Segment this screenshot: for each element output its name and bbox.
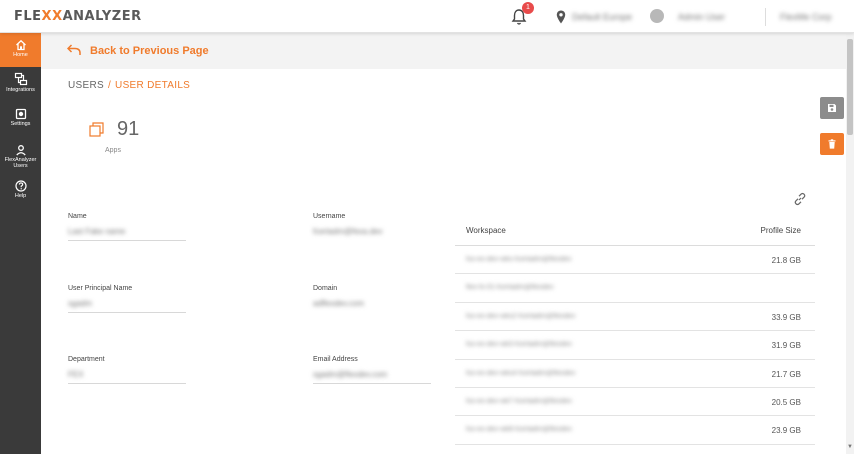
home-icon <box>15 39 26 51</box>
apps-count: 91 <box>117 118 140 140</box>
upn-label: User Principal Name <box>68 285 133 292</box>
table-row[interactable]: fsx-ex-dev-wk8-fcertadm@flexdev 23.9 GB <box>455 416 815 445</box>
link-icon[interactable] <box>793 192 807 206</box>
workspace-cell: fsx-ex-dev-wks4-fcertadm@flexdev <box>466 369 576 377</box>
back-bar: Back to Previous Page <box>41 33 846 69</box>
breadcrumb-current: USER DETAILS <box>115 80 191 91</box>
sidebar: Home Integrations Settings FlexAnalyzer … <box>0 33 41 454</box>
workspace-cell: fsx-ex-dev-wk3-fcertadm@flexdev <box>466 341 572 349</box>
back-arrow-icon[interactable] <box>67 44 81 56</box>
table-row[interactable]: fsx-ex-dev-wk7-fcertadm@flexdev 20.5 GB <box>455 388 815 417</box>
top-header: FLEXXANALYZER 1 Default Europe Admin Use… <box>0 0 854 33</box>
sidebar-item-label: Settings <box>10 121 31 127</box>
upn-value: sgadm <box>68 299 186 313</box>
sidebar-item-label: Integrations <box>6 87 35 93</box>
delete-button[interactable] <box>820 133 844 155</box>
logo-text-xx: XX <box>41 9 63 24</box>
workspace-cell: flex-fs-01-fcertadm@flexdev <box>466 284 554 292</box>
table-row[interactable]: flex-fs-01-fcertadm@flexdev <box>455 274 815 303</box>
email-label: Email Address <box>313 356 358 363</box>
location-pin-icon <box>556 10 566 24</box>
apps-icon <box>89 122 104 137</box>
save-button[interactable] <box>820 97 844 119</box>
header-divider <box>765 8 766 26</box>
user-name[interactable]: Admin User <box>678 12 725 22</box>
settings-icon <box>15 108 26 120</box>
table-row[interactable]: fsx-ex-dev-wks-fcertadm@flexdev 21.8 GB <box>455 246 815 275</box>
domain-value: adflexdev.com <box>313 299 364 308</box>
profile-size-cell: 20.5 GB <box>771 397 801 407</box>
logo-text-flex: FLE <box>14 9 42 24</box>
domain-field: Domain adflexdev.com <box>313 285 431 313</box>
breadcrumb: USERS / USER DETAILS <box>68 80 190 91</box>
column-header-workspace[interactable]: Workspace <box>466 226 506 235</box>
username-label: Username <box>313 213 346 220</box>
profile-size-cell: 33.9 GB <box>771 312 801 322</box>
profile-size-cell: 23.9 GB <box>771 426 801 436</box>
scroll-down-arrow-icon[interactable]: ▼ <box>847 444 853 450</box>
help-icon <box>14 180 27 192</box>
save-icon <box>828 104 836 112</box>
sidebar-item-settings[interactable]: Settings <box>0 103 41 139</box>
profile-size-cell: 21.8 GB <box>771 256 801 265</box>
user-icon <box>15 145 26 156</box>
table-row[interactable]: fsx-ex-dev-wks2-fcertadm@flexdev 33.9 GB <box>455 303 815 332</box>
workspace-cell: fsx-ex-dev-wk7-fcertadm@flexdev <box>466 397 572 405</box>
department-label: Department <box>68 356 105 363</box>
email-field: Email Address sgadm@flexdev.com <box>313 356 431 384</box>
back-to-previous-page-link[interactable]: Back to Previous Page <box>90 45 209 57</box>
trash-icon <box>828 139 836 149</box>
column-header-profile-size[interactable]: Profile Size <box>761 226 801 235</box>
name-value: Last Fake name <box>68 227 186 241</box>
sidebar-item-label: Home <box>13 52 28 58</box>
sidebar-item-label: FlexAnalyzer Users <box>4 157 37 169</box>
sidebar-item-home[interactable]: Home <box>0 33 41 67</box>
email-value: sgadm@flexdev.com <box>313 370 431 384</box>
app-logo[interactable]: FLEXXANALYZER <box>14 9 142 24</box>
apps-label: Apps <box>105 147 121 154</box>
sidebar-item-label: Help <box>14 193 27 199</box>
breadcrumb-separator: / <box>107 80 112 91</box>
name-field: Name Last Fake name <box>68 213 186 241</box>
profile-size-cell: 31.9 GB <box>771 341 801 351</box>
table-row[interactable]: fsx-ex-dev-wks4-fcertadm@flexdev 21.7 GB <box>455 360 815 388</box>
avatar[interactable] <box>650 9 664 23</box>
department-value: FEX <box>68 370 186 384</box>
domain-label: Domain <box>313 285 338 292</box>
tenant-selector[interactable]: FlexMe Corp <box>780 12 832 22</box>
breadcrumb-users[interactable]: USERS <box>68 80 104 91</box>
logo-text-analyzer: ANALYZER <box>62 9 142 24</box>
workspace-table: Workspace Profile Size fsx-ex-dev-wks-fc… <box>455 217 815 445</box>
scrollbar[interactable]: ▼ <box>846 33 854 454</box>
table-header: Workspace Profile Size <box>455 217 815 246</box>
integrations-icon <box>14 72 27 86</box>
upn-field: User Principal Name sgadm <box>68 285 186 313</box>
location-selector[interactable]: Default Europe <box>572 12 632 22</box>
sidebar-item-help[interactable]: Help <box>0 175 41 211</box>
scrollbar-thumb[interactable] <box>847 39 853 135</box>
department-field: Department FEX <box>68 356 186 384</box>
sidebar-item-flexanalyzer-users[interactable]: FlexAnalyzer Users <box>0 139 41 175</box>
table-row[interactable]: fsx-ex-dev-wk3-fcertadm@flexdev 31.9 GB <box>455 331 815 360</box>
username-value: fcertadm@fexa.dev <box>313 227 383 236</box>
profile-size-cell: 21.7 GB <box>771 369 801 379</box>
workspace-cell: fsx-ex-dev-wks2-fcertadm@flexdev <box>466 312 576 320</box>
name-label: Name <box>68 213 87 220</box>
workspace-cell: fsx-ex-dev-wks-fcertadm@flexdev <box>466 256 572 263</box>
workspace-cell: fsx-ex-dev-wk8-fcertadm@flexdev <box>466 426 572 434</box>
notification-badge: 1 <box>522 2 534 14</box>
sidebar-item-integrations[interactable]: Integrations <box>0 67 41 103</box>
username-field: Username fcertadm@fexa.dev <box>313 213 431 241</box>
